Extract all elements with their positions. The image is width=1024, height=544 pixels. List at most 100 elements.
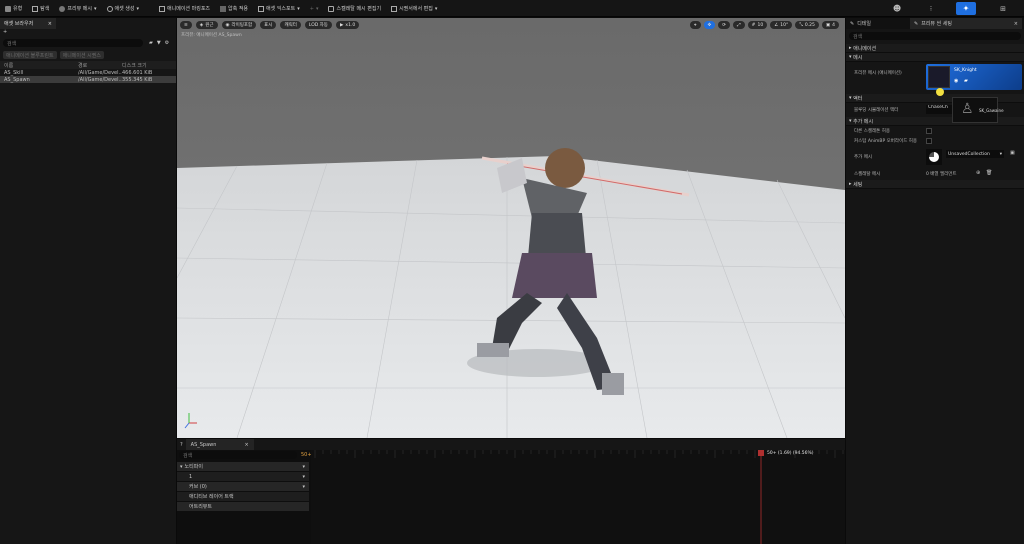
viewport-scene <box>177 18 845 438</box>
allow-animbp-row: 커스텀 AnimBP 오버라이드 허용 <box>846 136 1024 146</box>
track-curves[interactable]: 커브 (0) ▾ <box>177 482 309 491</box>
toolbar-export-asset[interactable]: 애셋 익스포트 ▾ <box>253 0 305 17</box>
viewport-transform-toolbar: ⌖ ✥ ⟳ ⤢ # 10 ∠ 10° ⤡ 0.25 ▣ 4 <box>689 21 839 29</box>
mode-button[interactable]: ⁝ <box>924 2 938 15</box>
select-icon: ⌖ <box>693 23 697 28</box>
filter-anim-blueprint[interactable]: 애니메이션 블루프린트 <box>3 51 57 59</box>
viewport-info: 프리뷰: 애니메이션 AS_Spawn <box>181 33 242 38</box>
actor-thumbnail[interactable]: ♙ SK_Gawaine <box>952 97 1004 123</box>
tab-preview-scene-settings[interactable]: ✎ 프리뷰 씬 세팅 × <box>910 18 1022 29</box>
animation-viewport[interactable]: ≡ ◈ 원근 ◉ 라이팅포함 표시 캐릭터 LOD 자동 ▶ x1.0 프리뷰:… <box>177 18 845 438</box>
toolbar-save[interactable]: 유형 <box>0 0 27 17</box>
lod-button[interactable]: LOD 자동 <box>304 21 332 29</box>
viewport-toolbar: ≡ ◈ 원근 ◉ 라이팅포함 표시 캐릭터 LOD 자동 ▶ x1.0 <box>180 21 360 29</box>
track-additive-layer[interactable]: 애디티브 레이어 트랙 <box>177 492 309 501</box>
dropdown-icon[interactable]: ▾ <box>302 484 305 490</box>
column-size[interactable]: 디스크 크기 <box>122 62 172 69</box>
tab-asset-browser[interactable]: 애셋 브라우저 × <box>0 18 56 29</box>
perspective-button[interactable]: ◈ 원근 <box>195 21 218 29</box>
toolbar-add[interactable]: + ▾ <box>305 0 324 17</box>
timeline-search-input[interactable]: 검색 <box>179 451 297 459</box>
plus-icon: + <box>309 5 314 12</box>
details-search-input[interactable]: 검색 <box>849 32 1021 40</box>
extra-mode-button[interactable]: ⊞ <box>996 2 1010 15</box>
scale-snap-icon: ⤡ <box>799 23 803 28</box>
allow-skeleton-row: 다른 스켈레톤 허용 <box>846 126 1024 136</box>
chevron-right-icon: ▸ <box>849 181 852 187</box>
translate-mode-button[interactable]: ✥ <box>703 21 716 29</box>
mesh-thumbnail <box>928 66 950 88</box>
tab-as-spawn[interactable]: AS_Spawn × <box>185 439 254 450</box>
browse-icon[interactable]: ◉ <box>954 78 958 84</box>
close-icon[interactable]: × <box>1014 21 1018 27</box>
section-settings[interactable]: ▸ 세팅 <box>846 180 1024 189</box>
folder-icon[interactable]: ▰ <box>964 78 968 84</box>
camera-speed-button[interactable]: ▣ 4 <box>821 21 839 29</box>
show-button[interactable]: 표시 <box>260 21 277 29</box>
actor-dropdown[interactable]: ChaseCh <box>926 105 954 114</box>
scale-snap-button[interactable]: ⤡ 0.25 <box>795 21 819 29</box>
play-icon: ▶ <box>339 22 344 28</box>
lighting-button[interactable]: ◉ 라이팅포함 <box>221 21 257 29</box>
section-animation[interactable]: ▸ 애니메이션 <box>846 44 1024 53</box>
extra-mesh-dropdown[interactable]: UnsavedCollection ▾ <box>946 150 1004 158</box>
playback-speed-button[interactable]: ▶ x1.0 <box>335 21 360 29</box>
sequencer-icon <box>391 5 398 12</box>
chevron-down-icon: ▾ <box>136 5 140 12</box>
column-path[interactable]: 경로 <box>78 62 122 69</box>
delete-icon[interactable]: 🗑 <box>986 170 992 176</box>
filter-icon[interactable]: ▼ <box>157 40 161 46</box>
chevron-down-icon: ▾ <box>849 54 852 60</box>
character-button[interactable]: 캐릭터 <box>280 21 301 29</box>
track-notifies[interactable]: ▾ 노티파이 ▾ <box>177 462 309 471</box>
table-row[interactable]: AS_Spawn /All/Game/Devel.. 355.345 KiB <box>0 76 176 83</box>
allow-animbp-checkbox[interactable] <box>926 138 932 144</box>
track-notify-1[interactable]: 1 ▾ <box>177 472 309 481</box>
toolbar-browse[interactable]: 탐색 <box>27 0 54 17</box>
rotate-mode-button[interactable]: ⟳ <box>718 21 731 29</box>
anim-mode-button[interactable]: ✦ <box>956 2 976 15</box>
viewport-menu-button[interactable]: ≡ <box>180 21 192 29</box>
close-icon[interactable]: × <box>48 21 52 27</box>
timeline-panel: ? AS_Spawn × 검색 50+ ▾ 노티파이 ▾ 1 ▾ 커브 (0) … <box>177 439 845 544</box>
track-list: ▾ 노티파이 ▾ 1 ▾ 커브 (0) ▾ 애디티브 레이어 트랙 어트리뷰트 <box>177 462 309 511</box>
add-element-icon[interactable]: ⊕ <box>976 170 980 176</box>
chevron-down-icon: ▾ <box>999 151 1002 157</box>
close-icon[interactable]: × <box>244 442 248 448</box>
chevron-down-icon: ▾ <box>434 5 438 12</box>
column-name[interactable]: 이름 <box>0 62 78 69</box>
toolbar-preview-mesh[interactable]: 프리뷰 메시 ▾ <box>54 0 101 17</box>
settings-icon[interactable]: ⚙ <box>165 40 169 46</box>
scale-mode-button[interactable]: ⤢ <box>733 21 745 29</box>
character-icon: ♙ <box>961 101 974 117</box>
table-row[interactable]: AS_Skill /All/Game/Devel.. 466.601 KiB <box>0 69 176 76</box>
add-icon[interactable]: + <box>3 29 7 35</box>
toolbar-create-asset[interactable]: 애셋 생성 ▾ <box>102 0 145 17</box>
select-mode-button[interactable]: ⌖ <box>689 21 701 29</box>
rotation-snap-button[interactable]: ∠ 10° <box>770 21 793 29</box>
allow-skeleton-checkbox[interactable] <box>926 128 932 134</box>
mesh-asset-picker[interactable]: SK_Knight ◉ ▰ <box>926 64 1022 90</box>
profile-button[interactable]: ☻ <box>890 2 904 15</box>
chevron-down-icon: ▾ <box>94 5 97 12</box>
asset-search-input[interactable]: 검색 <box>3 39 143 47</box>
section-mesh[interactable]: ▾ 메시 <box>846 53 1024 62</box>
timeline-ruler[interactable] <box>311 450 845 544</box>
toolbar-animation-pose[interactable]: 애니메이션 마킹포즈 <box>154 0 215 17</box>
filter-anim-sequence[interactable]: 애니메이션 시퀀스 <box>59 51 104 59</box>
running-icon: ✦ <box>962 4 970 13</box>
chevron-right-icon: ▸ <box>849 45 852 51</box>
folder-icon[interactable]: ▰ <box>149 40 153 46</box>
grid-snap-button[interactable]: # 10 <box>747 21 768 29</box>
toolbar-apply-compression[interactable]: 압축 적용 <box>215 0 253 17</box>
asset-table-header: 이름 경로 디스크 크기 <box>0 61 176 69</box>
chevron-down-icon: ▾ <box>180 463 183 470</box>
track-attributes[interactable]: 어트리뷰트 <box>177 502 309 511</box>
save-icon[interactable]: ▣ <box>1010 150 1015 156</box>
dropdown-icon[interactable]: ▾ <box>302 474 305 480</box>
toolbar-skeletal-mesh-editor[interactable]: 스켈레탈 메시 편집기 <box>323 0 386 17</box>
toolbar-edit-in-sequencer[interactable]: 시퀀서에서 편집 ▾ <box>386 0 442 17</box>
help-icon[interactable]: ? <box>180 442 183 448</box>
dropdown-icon[interactable]: ▾ <box>302 464 305 470</box>
tab-details[interactable]: ✎ 디테일 <box>846 18 910 29</box>
